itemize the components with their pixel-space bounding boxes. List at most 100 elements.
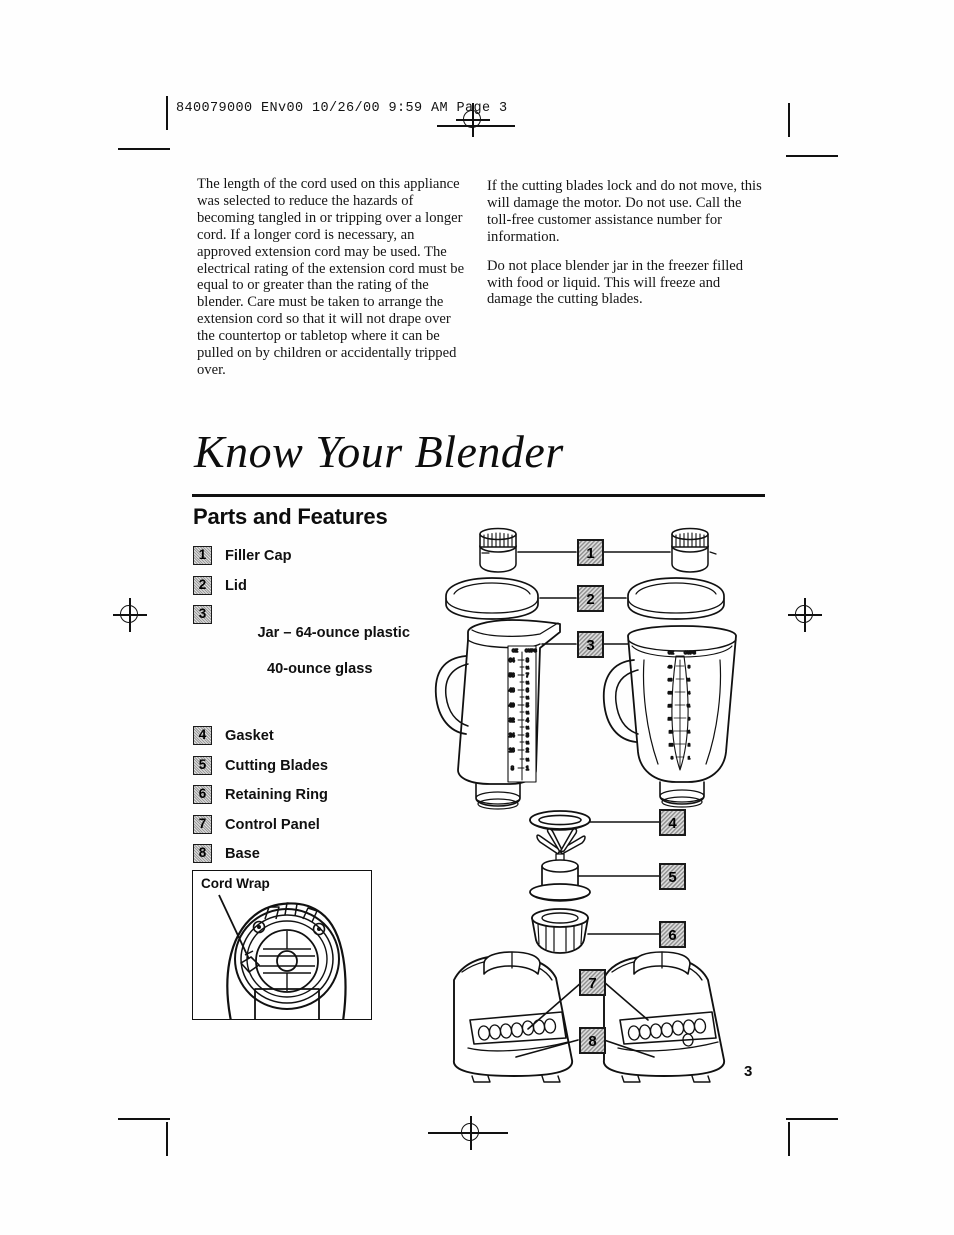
- svg-text:25: 25: [668, 704, 672, 708]
- page-title: Know Your Blender: [194, 426, 564, 477]
- svg-text:24: 24: [509, 733, 515, 739]
- callout-number: 8: [193, 844, 212, 863]
- jar-plastic: [434, 619, 561, 810]
- registration-mark-left: [113, 598, 147, 632]
- title-divider: [192, 494, 765, 497]
- cutting-blades: [529, 828, 591, 902]
- svg-text:8: 8: [511, 766, 514, 772]
- svg-text:12: 12: [669, 743, 673, 747]
- exploded-parts-diagram: OZ CUPS 64 56 48 40 32 24 16 8 8 7 6 5 4…: [432, 520, 772, 1083]
- diagram-callout-7: 7: [579, 969, 606, 996]
- list-item: 5 Cutting Blades: [193, 755, 443, 775]
- parts-list: 1 Filler Cap 2 Lid 3 Jar – 64-ounce plas…: [193, 546, 443, 874]
- svg-text:64: 64: [509, 658, 515, 664]
- crop-mark-bottom-right-horizontal: [786, 1118, 838, 1120]
- callout-label: 3: [586, 637, 594, 654]
- svg-text:16: 16: [509, 748, 515, 754]
- paragraph: Do not place blender jar in the freezer …: [487, 257, 744, 308]
- cord-wrap-inset: Cord Wrap: [192, 870, 372, 1020]
- svg-text:4: 4: [526, 718, 529, 724]
- callout-label: 6: [668, 927, 676, 944]
- paragraph: The length of the cord used on this appl…: [197, 176, 465, 378]
- document-page: 840079000 ENv00 10/26/00 9:59 AM Page 3 …: [0, 0, 954, 1235]
- svg-text:2: 2: [526, 748, 529, 754]
- svg-text:OZ: OZ: [668, 650, 674, 655]
- diagram-callout-6: 6: [659, 921, 686, 948]
- slug-rule: [166, 96, 168, 130]
- crop-mark-top-right-vertical: [788, 103, 790, 137]
- list-item: 3 Jar – 64-ounce plastic 40-ounce glass: [193, 605, 443, 714]
- callout-label: 7: [588, 975, 596, 992]
- svg-text:½: ½: [526, 681, 529, 685]
- callout-label: 1: [586, 545, 594, 562]
- svg-text:8: 8: [671, 756, 673, 760]
- base-plastic: [453, 951, 573, 1083]
- svg-text:40: 40: [668, 665, 672, 669]
- crop-mark-bottom-left-vertical: [166, 1122, 168, 1156]
- svg-text:½: ½: [526, 741, 529, 745]
- svg-text:2: 2: [688, 743, 690, 747]
- svg-text:½: ½: [687, 704, 690, 708]
- crop-mark-bottom-right-vertical: [788, 1122, 790, 1156]
- svg-text:3: 3: [526, 733, 529, 739]
- callout-label: 4: [668, 815, 677, 832]
- callout-number: 5: [193, 755, 212, 775]
- svg-text:40: 40: [509, 703, 515, 709]
- subsection-title: Parts and Features: [193, 504, 388, 529]
- diagram-callout-5: 5: [659, 863, 686, 890]
- svg-text:16: 16: [669, 730, 673, 734]
- part-label: Jar – 64-ounce plastic 40-ounce glass: [225, 605, 410, 714]
- crop-mark-top-left-horizontal: [118, 148, 170, 150]
- part-label: Filler Cap: [225, 548, 292, 564]
- cord-wrap-illustration: [218, 894, 347, 1019]
- body-column-left: The length of the cord used on this appl…: [197, 176, 467, 391]
- list-item: 6 Retaining Ring: [193, 785, 443, 804]
- paragraph: If the cutting blades lock and do not mo…: [487, 178, 762, 245]
- svg-text:CUPS: CUPS: [684, 650, 696, 655]
- callout-number: 3: [193, 605, 212, 624]
- svg-text:½: ½: [526, 666, 529, 670]
- diagram-callout-2: 2: [577, 585, 604, 612]
- diagram-callout-3: 3: [577, 631, 604, 658]
- callout-number: 6: [193, 785, 212, 804]
- scale-header-cups: CUPS: [525, 648, 537, 653]
- body-column-right: If the cutting blades lock and do not mo…: [487, 178, 767, 320]
- page-number: 3: [744, 1063, 753, 1080]
- callout-number: 4: [193, 726, 212, 745]
- list-item: 4 Gasket: [193, 726, 443, 745]
- lid-glass: [627, 577, 725, 620]
- list-item: 2 Lid: [193, 575, 443, 595]
- svg-text:½: ½: [526, 711, 529, 715]
- svg-text:3: 3: [688, 717, 690, 721]
- svg-text:1: 1: [526, 766, 529, 772]
- list-item: 8 Base: [193, 844, 443, 863]
- svg-text:48: 48: [509, 688, 515, 694]
- svg-text:6: 6: [526, 688, 529, 694]
- part-label: Gasket: [225, 728, 274, 744]
- gasket: [529, 810, 591, 831]
- part-label-sub: 40-ounce glass: [267, 661, 373, 677]
- svg-text:35: 35: [668, 678, 672, 682]
- callout-number: 1: [193, 546, 212, 565]
- svg-text:5: 5: [688, 665, 690, 669]
- slug-line: 840079000 ENv00 10/26/00 9:59 AM Page 3: [176, 101, 508, 116]
- svg-text:5: 5: [526, 703, 529, 709]
- diagram-callout-8: 8: [579, 1027, 606, 1054]
- callout-label: 2: [586, 591, 594, 608]
- callout-label: 5: [668, 869, 676, 886]
- svg-text:8: 8: [526, 658, 529, 664]
- svg-text:30: 30: [668, 691, 672, 695]
- svg-text:½: ½: [526, 758, 529, 762]
- retaining-ring: [531, 908, 589, 954]
- svg-text:½: ½: [687, 730, 690, 734]
- registration-rule-bottom: [428, 1132, 508, 1134]
- part-label: Control Panel: [225, 816, 320, 833]
- part-label: Cutting Blades: [225, 757, 328, 774]
- svg-text:1: 1: [688, 756, 690, 760]
- diagram-callout-1: 1: [577, 539, 604, 566]
- svg-text:32: 32: [509, 718, 515, 724]
- cord-wrap-label: Cord Wrap: [201, 876, 270, 891]
- lid-plastic: [445, 577, 539, 620]
- part-label: Base: [225, 846, 260, 862]
- part-label: Lid: [225, 577, 247, 594]
